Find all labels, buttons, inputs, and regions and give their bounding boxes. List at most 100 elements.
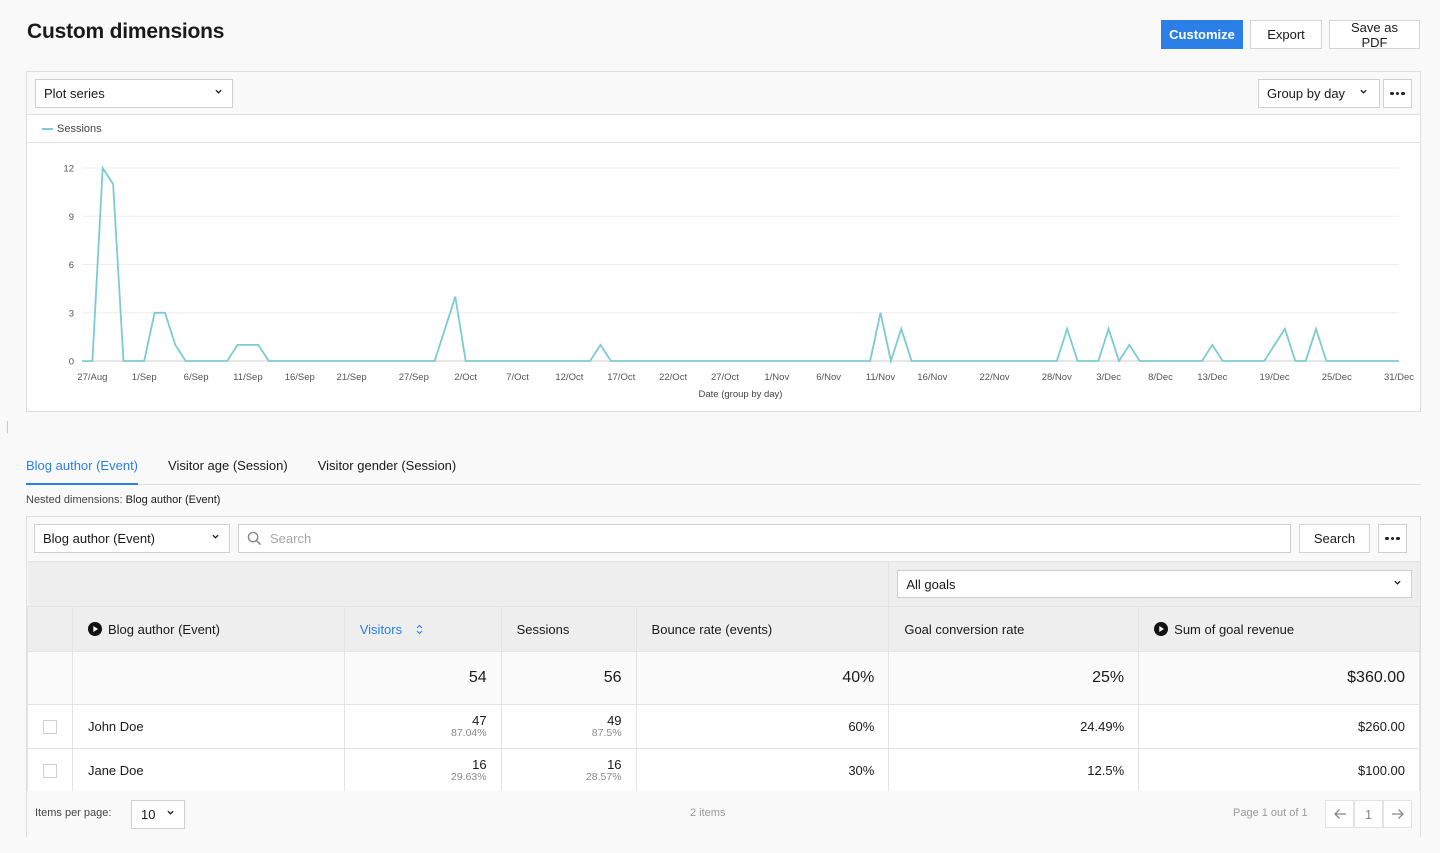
chevron-down-icon (215, 89, 222, 94)
search-field[interactable] (238, 524, 1291, 553)
dimension-select[interactable]: Blog author (Event) (34, 524, 230, 553)
items-per-page-label: Items per page: (35, 807, 112, 819)
items-count: 2 items (690, 807, 726, 819)
dimension-select-label: Blog author (Event) (43, 531, 156, 546)
table-row[interactable]: Jane Doe 16 29.63% 16 28.57% 30% 12.5% $10… (27, 748, 1420, 793)
x-tick-label: 27/Oct (711, 372, 739, 383)
total-revenue: $360.00 (1138, 651, 1420, 705)
column-header-goal-revenue[interactable]: Sum of goal revenue (1138, 606, 1420, 652)
goals-select[interactable]: All goals (897, 570, 1413, 598)
x-tick-label: 16/Sep (285, 372, 315, 383)
chart-legend[interactable]: Sessions (27, 115, 1420, 143)
play-circle-icon[interactable] (1154, 621, 1169, 636)
data-table: All goals Blog author (Event) Visitors S… (27, 561, 1420, 793)
y-tick-label: 9 (69, 212, 74, 223)
visitors-percent: 87.04% (451, 727, 487, 739)
column-header-bounce-rate[interactable]: Bounce rate (events) (635, 606, 890, 652)
select-column-header (27, 606, 73, 652)
x-tick-label: 8/Dec (1148, 372, 1173, 383)
tab-blog-author[interactable]: Blog author (Event) (26, 450, 139, 485)
table-header-row: Blog author (Event) Visitors Sessions Bo… (27, 606, 1420, 652)
x-tick-label: 27/Sep (399, 372, 429, 383)
plot-series-select[interactable]: Plot series (35, 79, 233, 108)
row-name[interactable]: John Doe (71, 704, 345, 749)
chevron-down-icon (1360, 89, 1367, 94)
x-tick-label: 3/Dec (1096, 372, 1121, 383)
arrow-left-icon (1333, 809, 1346, 819)
page-info: Page 1 out of 1 (1233, 807, 1308, 819)
x-tick-label: 22/Oct (659, 372, 687, 383)
row-name[interactable]: Jane Doe (71, 748, 345, 793)
row-sessions: 16 28.57% (500, 748, 637, 793)
x-tick-label: 21/Sep (337, 372, 367, 383)
x-tick-label: 1/Nov (764, 372, 789, 383)
ellipsis-icon (1390, 91, 1405, 96)
column-header-sessions[interactable]: Sessions (500, 606, 637, 652)
row-checkbox[interactable] (42, 719, 57, 734)
page-number-button[interactable]: 1 (1354, 800, 1383, 828)
x-tick-label: 25/Dec (1322, 372, 1352, 383)
table-card: Blog author (Event) Search All goals (26, 516, 1421, 837)
table-toolbar: Blog author (Event) Search (27, 517, 1420, 561)
next-page-button[interactable] (1383, 800, 1412, 828)
x-tick-label: 16/Nov (917, 372, 947, 383)
column-header-visitors[interactable]: Visitors (343, 606, 502, 652)
x-tick-label: 22/Nov (980, 372, 1010, 383)
table-row[interactable]: John Doe 47 87.04% 49 87.5% 60% 24.49% $26… (27, 704, 1420, 749)
totals-row: 54 56 40% 25% $360.00 (27, 651, 1420, 705)
arrow-right-icon (1391, 809, 1404, 819)
x-tick-label: 1/Sep (132, 372, 157, 383)
group-by-label: Group by day (1267, 86, 1346, 101)
total-visitors: 54 (343, 651, 502, 705)
column-label: Sum of goal revenue (1174, 621, 1295, 637)
visitors-percent: 29.63% (451, 771, 487, 783)
sessions-value: 16 (607, 757, 622, 772)
row-checkbox[interactable] (42, 763, 57, 778)
y-tick-label: 3 (69, 308, 74, 319)
search-input[interactable] (270, 531, 1170, 546)
chart-more-options-button[interactable] (1383, 79, 1412, 108)
legend-label-sessions: Sessions (57, 122, 102, 135)
save-as-pdf-button[interactable]: Save as PDF (1329, 20, 1420, 50)
goals-row: All goals (27, 561, 1420, 607)
total-sessions: 56 (500, 651, 637, 705)
column-header-dimension[interactable]: Blog author (Event) (71, 606, 345, 652)
nested-dimensions: Nested dimensions: Blog author (Event) (26, 494, 220, 506)
chart-toolbar: Plot series Group by day (27, 72, 1420, 115)
search-button[interactable]: Search (1299, 524, 1370, 553)
previous-page-button[interactable] (1325, 800, 1354, 828)
tab-visitor-gender[interactable]: Visitor gender (Session) (318, 450, 457, 484)
x-tick-label: 28/Nov (1042, 372, 1072, 383)
group-by-select[interactable]: Group by day (1258, 79, 1380, 108)
visitors-value: 47 (472, 713, 487, 728)
sort-icon[interactable] (416, 624, 423, 635)
row-revenue: $260.00 (1138, 704, 1420, 749)
export-button[interactable]: Export (1250, 20, 1322, 49)
tab-visitor-age[interactable]: Visitor age (Session) (168, 450, 288, 484)
page-title: Custom dimensions (27, 20, 225, 43)
search-icon (247, 531, 262, 546)
table-more-options-button[interactable] (1378, 524, 1407, 553)
x-tick-label: 31/Dec (1384, 372, 1414, 383)
x-tick-label: 11/Nov (866, 372, 896, 383)
customize-button[interactable]: Customize (1161, 20, 1243, 49)
sessions-percent: 28.57% (585, 771, 622, 783)
x-tick-label: 2/Oct (454, 372, 477, 383)
x-tick-label: 6/Sep (184, 372, 209, 383)
nested-dimensions-prefix: Nested dimensions: (26, 494, 123, 506)
column-label: Blog author (Event) (107, 621, 220, 637)
x-tick-label: 11/Sep (233, 372, 262, 383)
x-axis-title: Date (group by day) (699, 389, 783, 400)
total-conversion-rate: 25% (888, 651, 1140, 705)
ellipsis-icon (1385, 536, 1400, 541)
plot-series-label: Plot series (44, 86, 105, 101)
row-sessions: 49 87.5% (500, 704, 637, 749)
column-header-goal-conversion-rate[interactable]: Goal conversion rate (888, 606, 1140, 652)
goals-select-label: All goals (906, 576, 956, 592)
dimension-tabs: Blog author (Event) Visitor age (Session… (26, 450, 1421, 485)
y-tick-label: 6 (69, 260, 74, 271)
play-circle-icon[interactable] (87, 621, 102, 636)
items-per-page-select[interactable]: 10 (131, 800, 185, 829)
items-per-page-value: 10 (141, 807, 156, 822)
legend-swatch-sessions (42, 127, 53, 130)
